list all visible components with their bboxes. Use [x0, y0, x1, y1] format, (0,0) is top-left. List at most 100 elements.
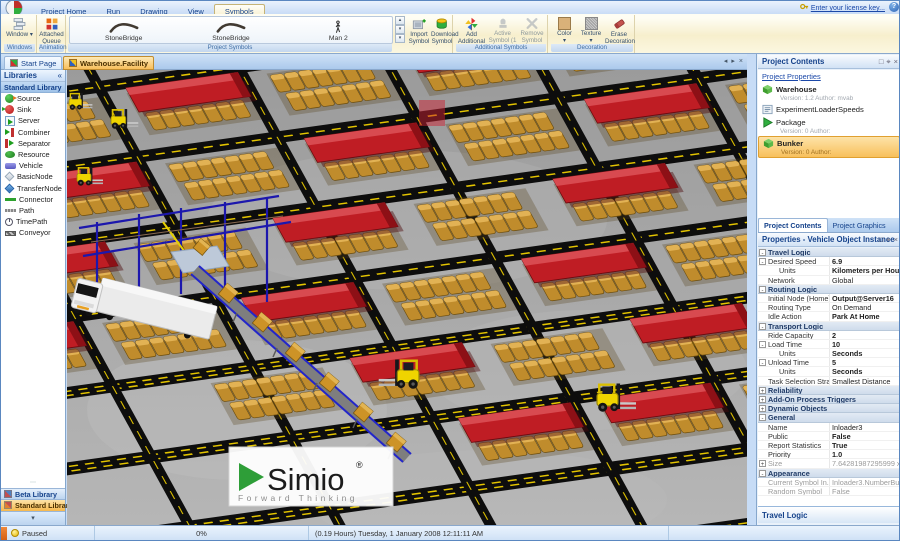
property-category-row[interactable]: +Dynamic Objects [758, 404, 900, 413]
help-icon[interactable]: ? [889, 2, 899, 12]
add-additional-symbol-button[interactable]: Add Additional Symbol [456, 16, 487, 44]
library-item-server[interactable]: Server [1, 115, 65, 126]
tab-project-graphics[interactable]: Project Graphics [828, 219, 891, 233]
property-row[interactable]: PublicFalse [758, 432, 900, 441]
project-item-experiment[interactable]: ExperimentLoaderSpeeds [758, 103, 900, 116]
import-symbol-button[interactable]: Import Symbol [408, 16, 430, 44]
expander-icon[interactable]: + [759, 396, 766, 403]
beta-library-button[interactable]: Beta Library [1, 488, 65, 499]
property-category-row[interactable]: -Appearance [758, 469, 900, 478]
expander-icon[interactable]: - [759, 359, 766, 366]
expander-icon[interactable]: - [759, 258, 766, 265]
property-value[interactable]: Inloader3.NumberBusy > 0 [829, 478, 900, 486]
property-category-row[interactable]: -Transport Logic [758, 322, 900, 331]
property-category-row[interactable]: +Add-On Process Triggers [758, 395, 900, 404]
expander-icon[interactable]: - [759, 249, 766, 256]
property-value[interactable]: Global [829, 276, 900, 284]
property-value[interactable]: 1.0 [829, 450, 900, 458]
property-row[interactable]: Priority1.0 [758, 450, 900, 459]
property-row[interactable]: UnitsSeconds [758, 367, 900, 376]
property-row[interactable]: -Load Time10 [758, 340, 900, 349]
library-item-conveyor[interactable]: Conveyor [1, 227, 65, 238]
property-value[interactable]: Park At Home [829, 312, 900, 320]
property-value[interactable]: 7.64281987295999 x 2.57923889... [829, 459, 900, 467]
gallery-more-icon[interactable]: ▾ [395, 34, 405, 43]
tab-close-icon[interactable]: × [739, 58, 743, 65]
collapse-panel-icon[interactable]: « [58, 70, 62, 82]
property-value[interactable]: Seconds [829, 367, 900, 375]
property-value[interactable]: Seconds [829, 349, 900, 357]
expander-icon[interactable]: - [759, 414, 766, 421]
property-value[interactable]: Smallest Distance [829, 377, 900, 385]
panel-options-bar[interactable]: ▾ [1, 511, 65, 525]
gallery-item-stonebridge-1[interactable]: StoneBridge [70, 17, 177, 43]
facility-3d-viewport[interactable]: Simio ® Forward Thinking [67, 70, 747, 525]
property-category-row[interactable]: -General [758, 413, 900, 422]
library-item-transfernode[interactable]: TransferNode [1, 183, 65, 194]
property-row[interactable]: Current Symbol In...Inloader3.NumberBusy… [758, 478, 900, 487]
gallery-item-man2[interactable]: Man 2 [285, 17, 392, 43]
project-item-warehouse[interactable]: Warehouse Version: 1.2 Author: mvab [758, 83, 900, 103]
library-item-basicnode[interactable]: BasicNode [1, 171, 65, 182]
property-value[interactable]: False [829, 487, 900, 495]
gallery-item-stonebridge-2[interactable]: StoneBridge [177, 17, 284, 43]
library-item-sink[interactable]: Sink [1, 104, 65, 115]
standard-library-button[interactable]: Standard Library [1, 499, 65, 511]
library-item-combiner[interactable]: Combiner [1, 127, 65, 138]
project-item-package[interactable]: Package Version: 0 Author: [758, 116, 900, 136]
property-value[interactable]: 5 [829, 358, 900, 366]
auto-hide-pin-icon[interactable]: ⌖ [886, 235, 890, 244]
expander-icon[interactable]: + [759, 405, 766, 412]
property-value[interactable]: True [829, 441, 900, 449]
property-value[interactable]: False [829, 432, 900, 440]
panel-splitter[interactable] [747, 54, 756, 525]
property-value[interactable]: On Demand [829, 303, 900, 311]
tab-project-contents[interactable]: Project Contents [758, 218, 828, 232]
property-category-row[interactable]: +Reliability [758, 386, 900, 395]
expander-icon[interactable]: + [759, 460, 766, 467]
property-row[interactable]: NetworkGlobal [758, 276, 900, 285]
property-row[interactable]: Initial Node (Home)Output@Server16 [758, 294, 900, 303]
download-symbol-button[interactable]: Download Symbol [431, 16, 453, 44]
texture-button[interactable]: Texture▾ [578, 16, 604, 44]
property-value[interactable]: Kilometers per Hour [829, 266, 900, 274]
property-row[interactable]: Routing TypeOn Demand [758, 303, 900, 312]
property-value[interactable]: 10 [829, 340, 900, 348]
property-value[interactable]: Output@Server16 [829, 294, 900, 302]
expander-icon[interactable]: + [759, 387, 766, 394]
property-row[interactable]: +Size7.64281987295999 x 2.57923889... [758, 459, 900, 468]
project-item-bunker[interactable]: Bunker Version: 0 Author: [758, 136, 900, 158]
expander-icon[interactable]: - [759, 341, 766, 348]
library-item-timepath[interactable]: TimePath [1, 216, 65, 227]
property-value[interactable]: 6.9 [829, 257, 900, 265]
project-properties-link[interactable]: Project Properties [758, 70, 900, 83]
tab-next-icon[interactable]: ▸ [731, 58, 735, 65]
remove-symbol-button[interactable]: Remove Symbol [518, 16, 546, 44]
expander-icon[interactable]: - [759, 286, 766, 293]
expander-icon[interactable]: - [759, 323, 766, 330]
float-window-icon[interactable]: □ [879, 57, 884, 66]
library-item-resource[interactable]: Resource [1, 149, 65, 160]
panel-grip[interactable]: ⋯ [1, 481, 65, 488]
property-row[interactable]: NameInloader3 [758, 423, 900, 432]
gallery-scroll-up-icon[interactable]: ▴ [395, 16, 405, 25]
property-row[interactable]: -Desired Speed6.9 [758, 257, 900, 266]
property-value[interactable]: 2 [829, 331, 900, 339]
color-button[interactable]: Color▾ [552, 16, 577, 44]
property-row[interactable]: Report StatisticsTrue [758, 441, 900, 450]
property-row[interactable]: Idle ActionPark At Home [758, 312, 900, 321]
property-row[interactable]: Task Selection Stra...Smallest Distance [758, 377, 900, 386]
tab-start-page[interactable]: Start Page [4, 56, 62, 70]
active-symbol-button[interactable]: Active Symbol (1 of 1) ▾ [488, 16, 517, 44]
property-row[interactable]: UnitsKilometers per Hour [758, 266, 900, 275]
library-item-source[interactable]: Source [1, 93, 65, 104]
property-value[interactable]: Inloader3 [829, 423, 900, 431]
property-row[interactable]: Ride Capacity2 [758, 331, 900, 340]
tab-prev-icon[interactable]: ◂ [724, 58, 728, 65]
float-window-icon[interactable]: □ [879, 235, 884, 244]
library-item-vehicle[interactable]: Vehicle [1, 160, 65, 171]
license-link[interactable]: Enter your license key... [800, 2, 885, 13]
library-item-path[interactable]: Path [1, 205, 65, 216]
property-row[interactable]: UnitsSeconds [758, 349, 900, 358]
property-row[interactable]: -Unload Time5 [758, 358, 900, 367]
